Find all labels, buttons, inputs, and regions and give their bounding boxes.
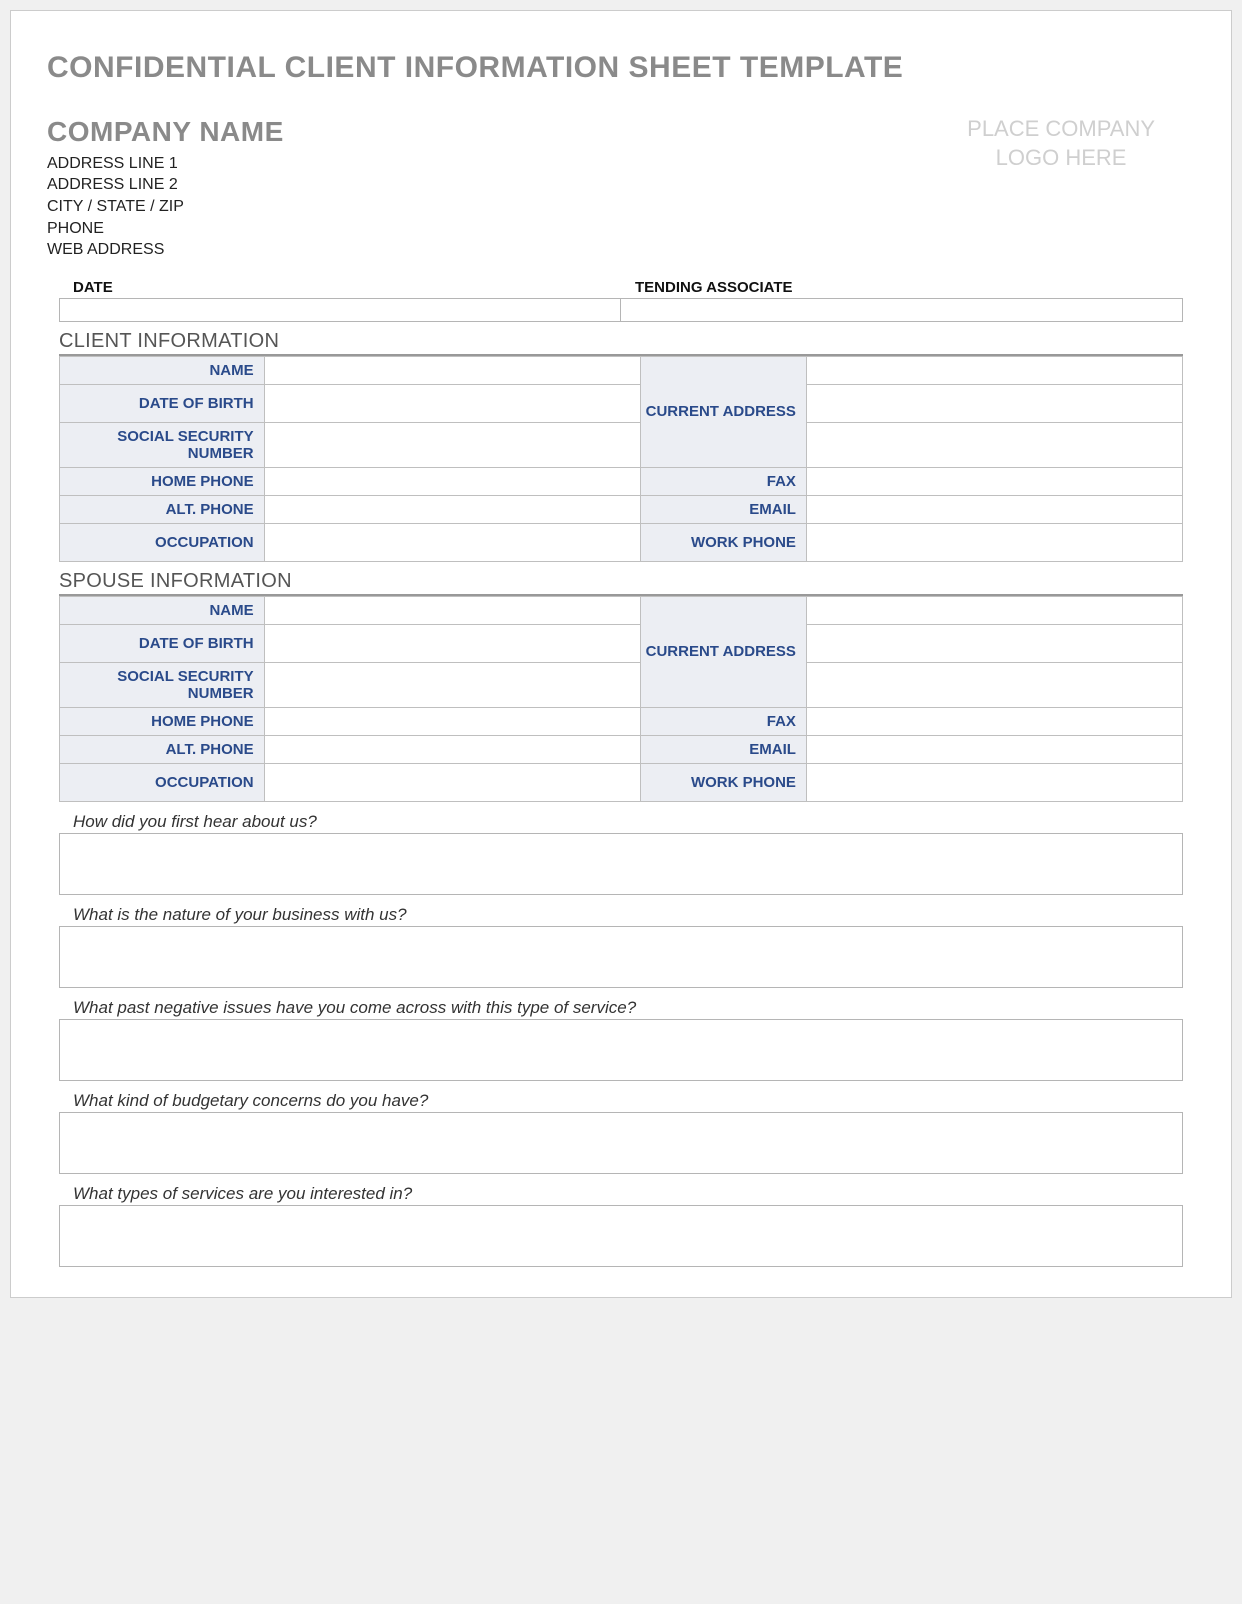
spouse-occupation-label: OCCUPATION	[60, 763, 265, 801]
client-home-phone-label: HOME PHONE	[60, 467, 265, 495]
tending-associate-label: TENDING ASSOCIATE	[621, 279, 1183, 298]
tending-associate-input[interactable]	[621, 298, 1183, 322]
company-phone: PHONE	[47, 218, 284, 240]
date-input[interactable]	[59, 298, 621, 322]
question-block-5: What types of services are you intereste…	[59, 1184, 1183, 1267]
client-occupation-input[interactable]	[264, 523, 640, 561]
spouse-dob-label: DATE OF BIRTH	[60, 624, 265, 662]
question-input-2[interactable]	[59, 926, 1183, 988]
spouse-address-input-3[interactable]	[806, 662, 1182, 707]
spouse-email-input[interactable]	[806, 735, 1182, 763]
client-home-phone-input[interactable]	[264, 467, 640, 495]
question-label-4: What kind of budgetary concerns do you h…	[59, 1091, 1183, 1112]
client-dob-input[interactable]	[264, 384, 640, 422]
question-label-2: What is the nature of your business with…	[59, 905, 1183, 926]
date-associate-row: DATE TENDING ASSOCIATE	[59, 279, 1183, 322]
spouse-email-label: EMAIL	[640, 735, 806, 763]
client-ssn-label: SOCIAL SECURITY NUMBER	[60, 422, 265, 467]
client-alt-phone-label: ALT. PHONE	[60, 495, 265, 523]
company-name: COMPANY NAME	[47, 113, 284, 151]
spouse-name-label: NAME	[60, 596, 265, 624]
date-label: DATE	[59, 279, 621, 298]
question-input-4[interactable]	[59, 1112, 1183, 1174]
client-section-title: CLIENT INFORMATION	[59, 330, 1183, 356]
client-occupation-label: OCCUPATION	[60, 523, 265, 561]
question-input-5[interactable]	[59, 1205, 1183, 1267]
company-block: COMPANY NAME ADDRESS LINE 1 ADDRESS LINE…	[47, 113, 284, 261]
company-city-state-zip: CITY / STATE / ZIP	[47, 196, 284, 218]
form-page: CONFIDENTIAL CLIENT INFORMATION SHEET TE…	[10, 10, 1232, 1298]
company-web: WEB ADDRESS	[47, 239, 284, 261]
client-address-input-1[interactable]	[806, 356, 1182, 384]
company-address-2: ADDRESS LINE 2	[47, 174, 284, 196]
client-info-table: NAME CURRENT ADDRESS DATE OF BIRTH SOCIA…	[59, 356, 1183, 562]
spouse-fax-input[interactable]	[806, 707, 1182, 735]
client-fax-label: FAX	[640, 467, 806, 495]
spouse-address-input-1[interactable]	[806, 596, 1182, 624]
spouse-name-input[interactable]	[264, 596, 640, 624]
client-dob-label: DATE OF BIRTH	[60, 384, 265, 422]
question-input-1[interactable]	[59, 833, 1183, 895]
question-block-1: How did you first hear about us?	[59, 812, 1183, 895]
spouse-ssn-label: SOCIAL SECURITY NUMBER	[60, 662, 265, 707]
spouse-fax-label: FAX	[640, 707, 806, 735]
client-address-input-2[interactable]	[806, 384, 1182, 422]
spouse-dob-input[interactable]	[264, 624, 640, 662]
spouse-home-phone-label: HOME PHONE	[60, 707, 265, 735]
spouse-alt-phone-input[interactable]	[264, 735, 640, 763]
document-title: CONFIDENTIAL CLIENT INFORMATION SHEET TE…	[47, 51, 1195, 85]
spouse-address-input-2[interactable]	[806, 624, 1182, 662]
client-work-phone-input[interactable]	[806, 523, 1182, 561]
question-block-2: What is the nature of your business with…	[59, 905, 1183, 988]
spouse-section-title: SPOUSE INFORMATION	[59, 570, 1183, 596]
spouse-current-address-label: CURRENT ADDRESS	[640, 596, 806, 707]
spouse-occupation-input[interactable]	[264, 763, 640, 801]
logo-placeholder-line1: PLACE COMPANY	[967, 115, 1155, 144]
spouse-work-phone-label: WORK PHONE	[640, 763, 806, 801]
question-label-5: What types of services are you intereste…	[59, 1184, 1183, 1205]
client-current-address-label: CURRENT ADDRESS	[640, 356, 806, 467]
logo-placeholder: PLACE COMPANY LOGO HERE	[967, 113, 1195, 172]
client-name-label: NAME	[60, 356, 265, 384]
question-label-1: How did you first hear about us?	[59, 812, 1183, 833]
spouse-info-table: NAME CURRENT ADDRESS DATE OF BIRTH SOCIA…	[59, 596, 1183, 802]
spouse-alt-phone-label: ALT. PHONE	[60, 735, 265, 763]
question-input-3[interactable]	[59, 1019, 1183, 1081]
spouse-work-phone-input[interactable]	[806, 763, 1182, 801]
client-email-label: EMAIL	[640, 495, 806, 523]
client-work-phone-label: WORK PHONE	[640, 523, 806, 561]
question-block-4: What kind of budgetary concerns do you h…	[59, 1091, 1183, 1174]
client-alt-phone-input[interactable]	[264, 495, 640, 523]
logo-placeholder-line2: LOGO HERE	[967, 144, 1155, 173]
question-block-3: What past negative issues have you come …	[59, 998, 1183, 1081]
question-label-3: What past negative issues have you come …	[59, 998, 1183, 1019]
company-address-1: ADDRESS LINE 1	[47, 153, 284, 175]
client-ssn-input[interactable]	[264, 422, 640, 467]
spouse-home-phone-input[interactable]	[264, 707, 640, 735]
spouse-ssn-input[interactable]	[264, 662, 640, 707]
client-address-input-3[interactable]	[806, 422, 1182, 467]
header-row: COMPANY NAME ADDRESS LINE 1 ADDRESS LINE…	[47, 113, 1195, 261]
client-fax-input[interactable]	[806, 467, 1182, 495]
client-name-input[interactable]	[264, 356, 640, 384]
client-email-input[interactable]	[806, 495, 1182, 523]
